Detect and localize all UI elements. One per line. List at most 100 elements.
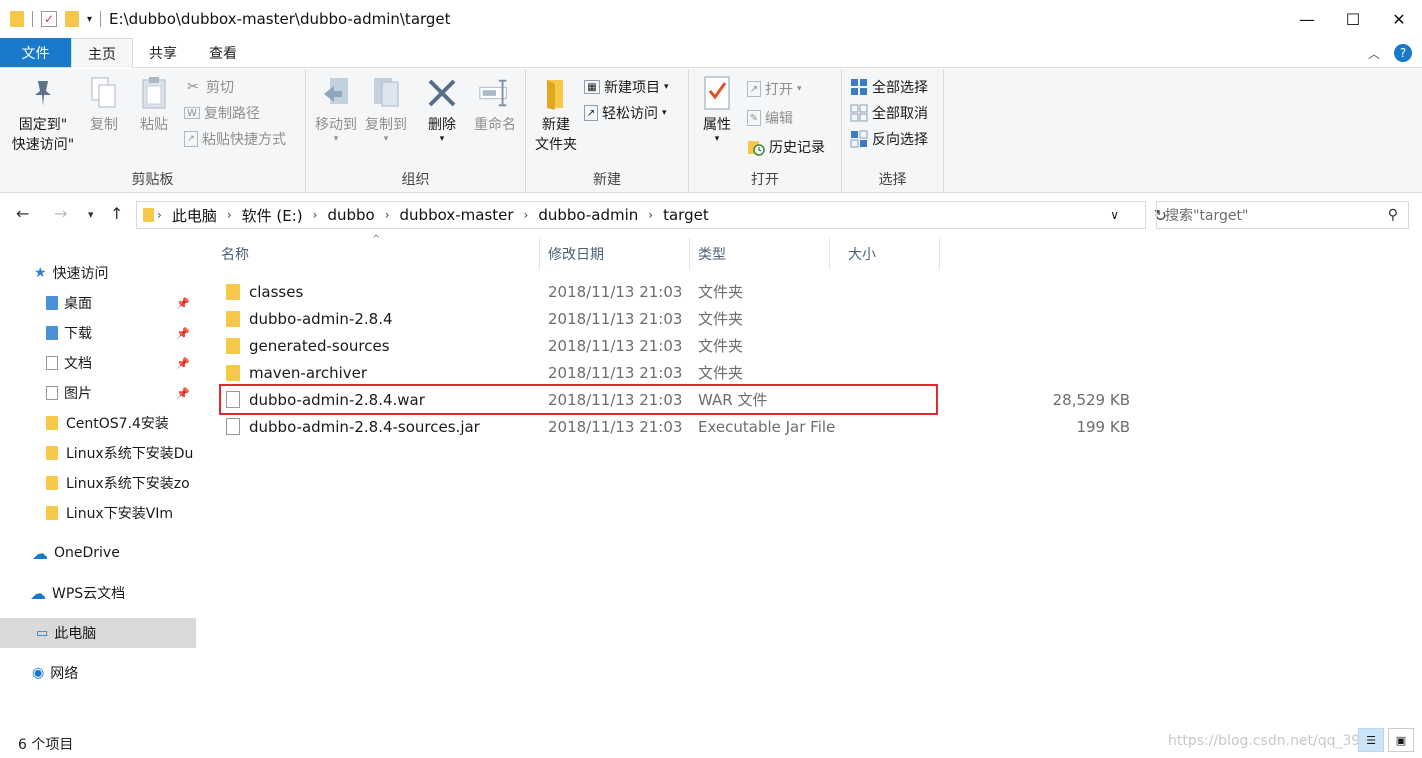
help-icon[interactable]: ? [1394, 44, 1412, 62]
tab-file[interactable]: 文件 [0, 38, 71, 67]
nav-wps[interactable]: ☁ WPS云文档 [0, 578, 196, 608]
nav-item-downloads[interactable]: 下载 📌 [0, 318, 196, 348]
back-arrow-icon[interactable]: ← [16, 204, 29, 223]
collapse-ribbon-icon[interactable]: ︿ [1368, 45, 1380, 62]
desktop-folder-icon [46, 296, 58, 310]
move-to-icon [319, 75, 353, 111]
column-header-type[interactable]: 类型 [678, 238, 830, 270]
copy-path-button[interactable]: W 复制路径 [184, 101, 260, 125]
pin-icon[interactable]: 📌 [176, 297, 190, 310]
file-row-generated-sources[interactable]: generated-sources 2018/11/13 21:03 文件夹 [220, 332, 1140, 359]
network-icon: ◉ [32, 665, 45, 681]
open-button[interactable]: ↗ 打开 ▾ [747, 77, 802, 101]
breadcrumb-separator[interactable]: › [645, 208, 656, 222]
large-icons-view-icon[interactable]: ▣ [1388, 728, 1414, 752]
breadcrumb-target[interactable]: target [656, 206, 716, 224]
breadcrumb-separator[interactable]: › [310, 208, 321, 222]
separator [100, 11, 102, 27]
column-header-name[interactable]: 名称 [200, 238, 540, 270]
breadcrumb-separator[interactable]: › [521, 208, 532, 222]
file-row-classes[interactable]: classes 2018/11/13 21:03 文件夹 [220, 278, 1140, 305]
delete-button[interactable]: 删除 ▾ [422, 75, 462, 144]
breadcrumb-dubbo-admin[interactable]: dubbo-admin [531, 206, 645, 224]
pin-icon[interactable]: 📌 [176, 357, 190, 370]
nav-item-centos[interactable]: CentOS7.4安装 [0, 408, 196, 438]
paste-shortcut-button[interactable]: ↗ 粘贴快捷方式 [184, 127, 286, 151]
edit-button[interactable]: ✎ 编辑 [747, 106, 793, 130]
copy-path-label: 复制路径 [204, 106, 260, 122]
rename-button[interactable]: 重命名 [470, 75, 520, 135]
title-bar: ✓ ▾ E:\dubbo\dubbox-master\dubbo-admin\t… [0, 0, 1422, 38]
paste-button[interactable]: 粘贴 [134, 75, 174, 135]
copy-to-label: 复制到 [365, 117, 407, 133]
copy-to-button[interactable]: 复制到 ▾ [362, 75, 410, 144]
nav-item-pictures[interactable]: 图片 📌 [0, 378, 196, 408]
cut-button[interactable]: ✂ 剪切 [184, 75, 234, 99]
breadcrumb-this-pc[interactable]: 此电脑 [165, 205, 224, 226]
recent-locations-chevron-icon[interactable]: ▾ [88, 208, 94, 221]
history-icon [747, 138, 765, 156]
breadcrumb-dubbo[interactable]: dubbo [320, 206, 381, 224]
breadcrumb-separator[interactable]: › [382, 208, 393, 222]
nav-label: CentOS7.4安装 [66, 416, 169, 432]
file-row-maven-archiver[interactable]: maven-archiver 2018/11/13 21:03 文件夹 [220, 359, 1140, 386]
new-folder-button[interactable]: 新建 文件夹 [530, 75, 582, 155]
minimize-button[interactable]: — [1284, 0, 1330, 38]
file-type: 文件夹 [698, 364, 744, 382]
folder-icon [226, 305, 240, 332]
file-date: 2018/11/13 21:03 [548, 417, 683, 436]
history-button[interactable]: 历史记录 [747, 135, 825, 159]
file-type: 文件夹 [698, 337, 744, 355]
easy-access-button[interactable]: ↗ 轻松访问 ▾ [584, 101, 667, 125]
open-group-label: 打开 [751, 172, 779, 188]
nav-item-documents[interactable]: 文档 📌 [0, 348, 196, 378]
computer-icon: ▭ [36, 625, 49, 641]
close-button[interactable]: ✕ [1376, 0, 1422, 38]
tab-view[interactable]: 查看 [193, 38, 253, 67]
breadcrumb-drive-e[interactable]: 软件 (E:) [235, 205, 310, 226]
nav-network[interactable]: ◉ 网络 [0, 658, 196, 688]
breadcrumb-separator[interactable]: › [154, 208, 165, 222]
address-dropdown-chevron-icon[interactable]: ∨ [1110, 208, 1119, 222]
search-icon[interactable]: ⚲ [1388, 207, 1398, 223]
new-item-button[interactable]: ▦ 新建项目 ▾ [584, 75, 669, 99]
tab-home[interactable]: 主页 [71, 38, 133, 68]
breadcrumb-separator[interactable]: › [224, 208, 235, 222]
up-arrow-icon[interactable]: ↑ [110, 204, 123, 223]
properties-button[interactable]: 属性 ▾ [697, 75, 737, 144]
pin-icon[interactable]: 📌 [176, 387, 190, 400]
forward-arrow-icon[interactable]: → [54, 204, 67, 223]
details-view-icon[interactable]: ☰ [1358, 728, 1384, 752]
select-all-icon [850, 78, 868, 96]
nav-item-linux-du[interactable]: Linux系统下安装Du [0, 438, 196, 468]
nav-this-pc[interactable]: ▭ 此电脑 [0, 618, 196, 648]
move-to-button[interactable]: 移动到 ▾ [312, 75, 360, 144]
address-bar[interactable]: › 此电脑 › 软件 (E:) › dubbo › dubbox-master … [136, 201, 1167, 229]
easy-access-dropdown-icon: ▾ [662, 108, 667, 118]
nav-item-linux-vim[interactable]: Linux下安装VIm [0, 498, 196, 528]
clipboard-group: 固定到" 快速访问" 复制 粘贴 ✂ 剪切 W 复制路径 ↗ 粘贴快捷方式 剪贴… [0, 69, 306, 193]
nav-onedrive[interactable]: ☁ OneDrive [0, 538, 196, 568]
nav-item-desktop[interactable]: 桌面 📌 [0, 288, 196, 318]
select-none-button[interactable]: 全部取消 [850, 101, 928, 125]
column-header-size[interactable]: 大小 [828, 238, 940, 270]
nav-label: 此电脑 [54, 626, 97, 642]
tab-share[interactable]: 共享 [133, 38, 193, 67]
search-input[interactable]: 搜索"target" ⚲ [1156, 201, 1409, 229]
customize-dropdown-icon[interactable]: ▾ [87, 14, 92, 25]
pin-quick-access-button[interactable]: 固定到" 快速访问" [8, 75, 78, 155]
new-folder-quick-icon[interactable] [65, 11, 79, 27]
nav-quick-access[interactable]: ★ 快速访问 [0, 258, 196, 288]
copy-button[interactable]: 复制 [84, 75, 124, 135]
nav-item-linux-zo[interactable]: Linux系统下安装zo [0, 468, 196, 498]
pin-icon[interactable]: 📌 [176, 327, 190, 340]
file-row-sources-jar[interactable]: dubbo-admin-2.8.4-sources.jar 2018/11/13… [220, 413, 1140, 440]
breadcrumb-dubbox-master[interactable]: dubbox-master [393, 206, 521, 224]
invert-selection-button[interactable]: 反向选择 [850, 127, 928, 151]
nav-label: 图片 [64, 386, 92, 402]
column-header-date[interactable]: 修改日期 [528, 238, 690, 270]
maximize-button[interactable]: ☐ [1330, 0, 1376, 38]
select-all-button[interactable]: 全部选择 [850, 75, 928, 99]
properties-check-icon[interactable]: ✓ [41, 11, 57, 27]
file-row-dubbo-admin-folder[interactable]: dubbo-admin-2.8.4 2018/11/13 21:03 文件夹 [220, 305, 1140, 332]
